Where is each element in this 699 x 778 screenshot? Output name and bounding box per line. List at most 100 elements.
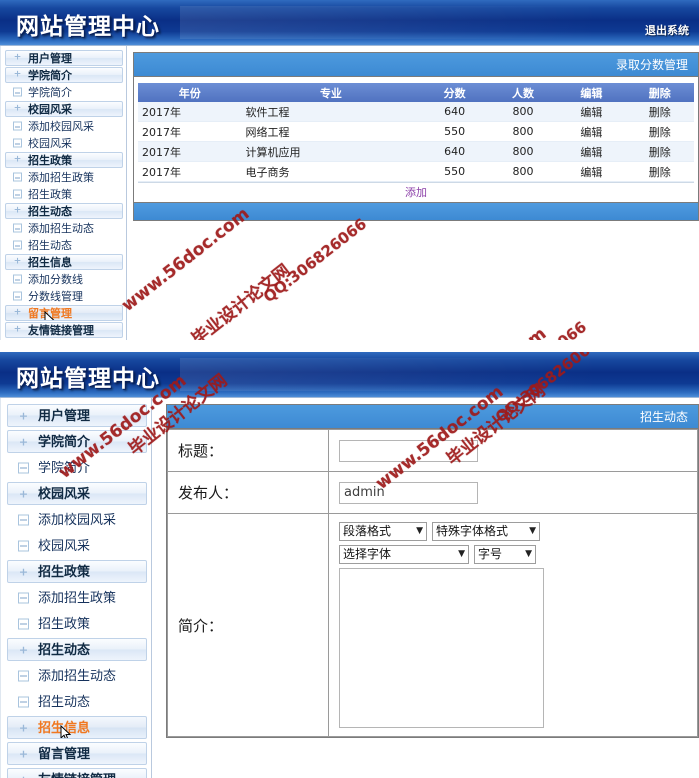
collapse-minus-icon[interactable] (18, 670, 29, 681)
sidebar-item-9[interactable]: 招生政策 (5, 186, 123, 202)
sidebar-item-label: 学院简介 (28, 86, 72, 99)
cell-major: 软件工程 (241, 102, 421, 122)
sidebar-item-label: 校园风采 (28, 137, 72, 150)
delete-link[interactable]: 删除 (625, 161, 694, 182)
sidebar-item-12[interactable]: 招生动态 (5, 237, 123, 253)
table-row: 2017年 计算机应用 640 800 编辑 删除 (138, 141, 694, 162)
collapse-minus-icon[interactable] (18, 592, 29, 603)
edit-link[interactable]: 编辑 (557, 102, 626, 122)
expand-plus-icon[interactable] (18, 410, 29, 421)
column-header-edit: 编辑 (557, 83, 626, 102)
edit-link[interactable]: 编辑 (557, 141, 626, 162)
sidebar-item-10[interactable]: 招生动态 (7, 638, 147, 661)
sidebar-item-8[interactable]: 添加招生政策 (7, 586, 147, 609)
collapse-minus-icon[interactable] (13, 172, 22, 182)
logout-link[interactable]: 退出系统 (645, 22, 689, 38)
sidebar-item-label: 招生政策 (38, 617, 91, 632)
edit-link[interactable]: 编辑 (557, 161, 626, 182)
sidebar-item-14[interactable]: 留言管理 (7, 742, 147, 765)
expand-plus-icon[interactable] (13, 309, 22, 318)
sidebar-item-7[interactable]: 招生政策 (5, 152, 123, 168)
sidebar-item-12[interactable]: 招生动态 (7, 690, 147, 713)
expand-plus-icon[interactable] (13, 156, 22, 165)
sidebar-item-3[interactable]: 学院简介 (7, 456, 147, 479)
sidebar-item-5[interactable]: 添加校园风采 (7, 508, 147, 531)
expand-plus-icon[interactable] (18, 748, 29, 759)
expand-plus-icon[interactable] (18, 644, 29, 655)
expand-plus-icon[interactable] (18, 488, 29, 499)
sidebar-item-1[interactable]: 用户管理 (5, 50, 123, 66)
expand-plus-icon[interactable] (18, 774, 29, 778)
delete-link[interactable]: 删除 (625, 141, 694, 162)
collapse-minus-icon[interactable] (18, 618, 29, 629)
sidebar-item-6[interactable]: 校园风采 (7, 534, 147, 557)
expand-plus-icon[interactable] (13, 71, 22, 80)
sidebar-item-9[interactable]: 招生政策 (7, 612, 147, 635)
collapse-minus-icon[interactable] (18, 514, 29, 525)
collapse-minus-icon[interactable] (13, 189, 22, 199)
collapse-minus-icon[interactable] (13, 291, 22, 301)
collapse-minus-icon[interactable] (13, 121, 22, 131)
edit-link[interactable]: 编辑 (557, 121, 626, 142)
expand-plus-icon[interactable] (13, 207, 22, 216)
cell-score: 550 (420, 161, 489, 182)
screen-separator (0, 340, 699, 352)
delete-link[interactable]: 删除 (625, 102, 694, 122)
font-size-select[interactable]: 字号 ▼ (474, 545, 536, 564)
expand-plus-icon[interactable] (13, 258, 22, 267)
collapse-minus-icon[interactable] (13, 138, 22, 148)
sidebar-item-4[interactable]: 校园风采 (7, 482, 147, 505)
paragraph-format-select[interactable]: 段落格式 ▼ (339, 522, 427, 541)
sidebar-item-15[interactable]: 分数线管理 (5, 288, 123, 304)
sidebar-item-14[interactable]: 添加分数线 (5, 271, 123, 287)
sidebar-item-10[interactable]: 招生动态 (5, 203, 123, 219)
sidebar-item-1[interactable]: 用户管理 (7, 404, 147, 427)
expand-plus-icon[interactable] (13, 326, 22, 335)
panel-body: 年份 专业 分数 人数 编辑 删除 2017年 软件工程 640 800 编辑 删除 201… (134, 77, 698, 202)
sidebar-item-13[interactable]: 招生信息 (7, 716, 147, 739)
column-header-count: 人数 (488, 83, 558, 102)
expand-plus-icon[interactable] (18, 436, 29, 447)
sidebar-item-2[interactable]: 学院简介 (5, 67, 123, 83)
sidebar-item-4[interactable]: 校园风采 (5, 101, 123, 117)
sidebar-item-7[interactable]: 招生政策 (7, 560, 147, 583)
sidebar-item-11[interactable]: 添加招生动态 (5, 220, 123, 236)
special-font-format-value: 特殊字体格式 (436, 524, 509, 538)
sidebar-item-6[interactable]: 校园风采 (5, 135, 123, 151)
sidebar-item-8[interactable]: 添加招生政策 (5, 169, 123, 185)
sidebar-item-15[interactable]: 友情链接管理 (7, 768, 147, 778)
delete-link[interactable]: 删除 (625, 121, 694, 142)
sidebar-item-label: 招生动态 (28, 205, 72, 218)
add-record-link[interactable]: 添加 (138, 182, 694, 202)
collapse-minus-icon[interactable] (13, 87, 22, 97)
collapse-minus-icon[interactable] (18, 462, 29, 473)
collapse-minus-icon[interactable] (13, 223, 22, 233)
expand-plus-icon[interactable] (13, 54, 22, 63)
sidebar-item-3[interactable]: 学院简介 (5, 84, 123, 100)
publisher-input[interactable] (339, 481, 478, 504)
cell-year: 2017年 (138, 102, 242, 122)
sidebar-item-label: 添加分数线 (28, 273, 83, 286)
special-font-format-select[interactable]: 特殊字体格式 ▼ (432, 522, 540, 541)
sidebar-item-2[interactable]: 学院简介 (7, 430, 147, 453)
intro-editor-body[interactable] (339, 568, 544, 728)
collapse-minus-icon[interactable] (13, 240, 22, 250)
title-input[interactable] (339, 439, 478, 462)
font-family-select[interactable]: 选择字体 ▼ (339, 545, 469, 564)
collapse-minus-icon[interactable] (13, 274, 22, 284)
sidebar-item-17[interactable]: 友情链接管理 (5, 322, 123, 338)
sidebar-item-11[interactable]: 添加招生动态 (7, 664, 147, 687)
expand-plus-icon[interactable] (13, 105, 22, 114)
sidebar-item-13[interactable]: 招生信息 (5, 254, 123, 270)
cell-year: 2017年 (138, 161, 242, 182)
column-header-score: 分数 (420, 83, 489, 102)
cell-major: 计算机应用 (241, 141, 421, 162)
main-content-bottom: 招生动态 标题： 发布人： 简介： (152, 398, 699, 738)
collapse-minus-icon[interactable] (18, 696, 29, 707)
sidebar-item-5[interactable]: 添加校园风采 (5, 118, 123, 134)
collapse-minus-icon[interactable] (18, 540, 29, 551)
chevron-down-icon: ▼ (458, 549, 465, 559)
expand-plus-icon[interactable] (18, 566, 29, 577)
sidebar-item-16[interactable]: 留言管理 (5, 305, 123, 321)
expand-plus-icon[interactable] (18, 722, 29, 733)
